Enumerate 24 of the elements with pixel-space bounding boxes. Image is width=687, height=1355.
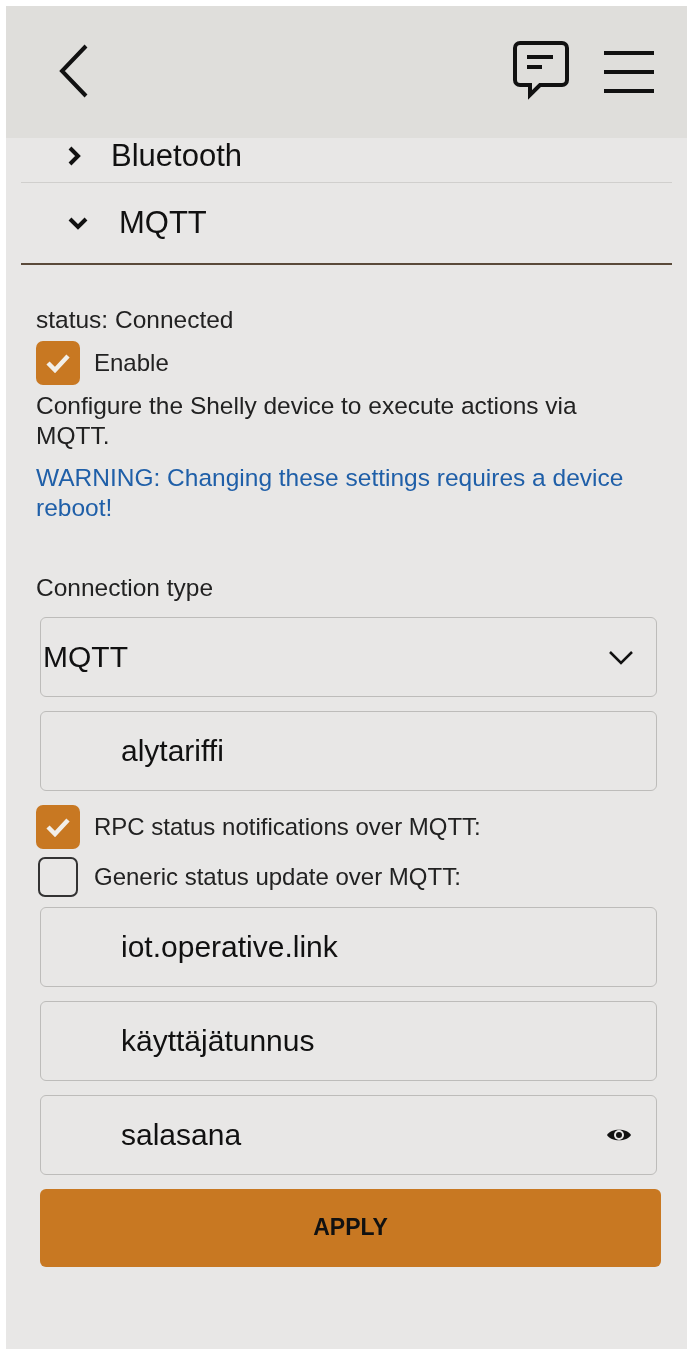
- section-header[interactable]: Bluetooth: [111, 138, 242, 174]
- back-icon[interactable]: [58, 44, 90, 98]
- field-label: Connection type: [36, 572, 215, 603]
- menu-icon[interactable]: [603, 50, 655, 96]
- dropdown[interactable]: MQTT: [40, 616, 657, 697]
- chevron-down-icon: [608, 648, 634, 665]
- check-icon: [45, 352, 71, 373]
- input-field[interactable]: iot.operative.link: [40, 906, 657, 987]
- password-field[interactable]: salasana: [121, 1117, 242, 1152]
- checkbox-label: Enable: [94, 348, 169, 377]
- checkbox[interactable]: [36, 804, 80, 849]
- checkbox-label: Generic status update over MQTT:: [94, 862, 461, 891]
- checkbox-label: RPC status notifications over MQTT:: [94, 812, 481, 841]
- section-header[interactable]: MQTT: [119, 205, 207, 241]
- input-field[interactable]: käyttäjätunnus: [40, 1000, 657, 1081]
- warning-text: WARNING: Changing these settings requires a device reboot!: [36, 462, 625, 523]
- description-text: Configure the Shelly device to execute actions via MQTT.: [36, 390, 578, 451]
- status-text: status: Connected: [36, 304, 235, 335]
- chat-icon[interactable]: [512, 40, 570, 100]
- input-field[interactable]: alytariffi: [40, 710, 657, 791]
- checkbox[interactable]: [38, 856, 78, 897]
- checkbox[interactable]: [36, 340, 80, 385]
- apply-button[interactable]: APPLY: [40, 1188, 661, 1267]
- check-icon: [45, 816, 71, 837]
